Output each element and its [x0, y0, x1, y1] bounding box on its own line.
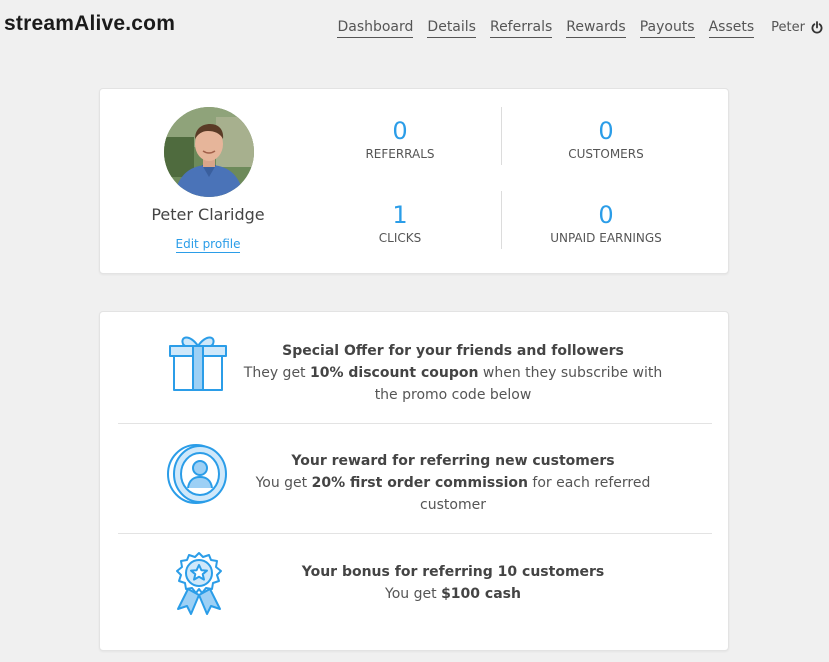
offer-description: They get 10% discount coupon when they s… — [238, 362, 668, 406]
offer-desc-bold: 20% first order commission — [311, 475, 528, 491]
edit-profile-label[interactable]: Edit profile — [175, 237, 241, 253]
nav-referrals[interactable]: Referrals — [489, 19, 553, 38]
power-icon[interactable] — [811, 21, 823, 34]
stat-clicks-value: 1 — [392, 201, 408, 229]
offer-divider — [118, 423, 712, 424]
nav-rewards[interactable]: Rewards — [566, 19, 626, 38]
offer-title: Your reward for referring new customers — [291, 453, 615, 469]
nav-details[interactable]: Details — [427, 19, 476, 38]
offer-text: Special Offer for your friends and follo… — [238, 340, 668, 406]
award-badge-icon — [174, 551, 224, 621]
user-name: Peter — [771, 20, 805, 35]
stat-clicks-label: CLICKS — [378, 231, 422, 245]
offer-title: Your bonus for referring 10 customers — [301, 564, 605, 580]
offer-title: Special Offer for your friends and follo… — [282, 343, 624, 359]
stat-customers-label: CUSTOMERS — [568, 147, 644, 161]
offer-item: Your bonus for referring 10 customers Yo… — [118, 549, 712, 629]
stat-customers-value: 0 — [598, 117, 614, 145]
stat-clicks: 1 CLICKS — [300, 201, 500, 245]
offer-desc-pre: They get — [243, 365, 310, 381]
offer-item: Your reward for referring new customers … — [118, 440, 712, 530]
edit-profile-link[interactable]: Edit profile — [120, 237, 296, 253]
stat-divider — [501, 191, 502, 249]
stat-referrals-label: REFERRALS — [365, 147, 435, 161]
stat-unpaid-earnings: 0 UNPAID EARNINGS — [506, 201, 706, 245]
site-logo[interactable]: streamAlive.com — [4, 12, 175, 36]
stat-customers: 0 CUSTOMERS — [506, 117, 706, 161]
profile-name: Peter Claridge — [151, 205, 265, 224]
offer-desc-pre: You get — [255, 475, 312, 491]
offer-divider — [118, 533, 712, 534]
offer-desc-pre: You get — [385, 586, 442, 602]
offer-desc-bold: 10% discount coupon — [310, 365, 479, 381]
nav-assets[interactable]: Assets — [708, 19, 755, 38]
gift-icon — [168, 332, 228, 396]
coin-icon — [166, 442, 230, 510]
stat-divider — [501, 107, 502, 165]
profile-card: Peter Claridge Edit profile 0 REFERRALS … — [99, 88, 729, 274]
offer-description: You get 20% first order commission for e… — [238, 472, 668, 516]
nav-dashboard[interactable]: Dashboard — [337, 19, 414, 38]
offers-card: Special Offer for your friends and follo… — [99, 311, 729, 651]
stat-unpaid-earnings-label: UNPAID EARNINGS — [550, 231, 662, 245]
top-nav: Dashboard Details Referrals Rewards Payo… — [323, 19, 823, 38]
avatar — [164, 107, 254, 197]
offer-item: Special Offer for your friends and follo… — [118, 330, 712, 420]
user-menu[interactable]: Peter — [771, 19, 823, 35]
stat-unpaid-earnings-value: 0 — [598, 201, 614, 229]
logo-text: streamAlive.com — [4, 12, 176, 35]
offer-text: Your bonus for referring 10 customers Yo… — [238, 561, 668, 605]
offer-desc-bold: $100 cash — [441, 586, 521, 602]
stat-referrals: 0 REFERRALS — [300, 117, 500, 161]
offer-text: Your reward for referring new customers … — [238, 450, 668, 516]
offer-description: You get $100 cash — [238, 583, 668, 605]
stat-referrals-value: 0 — [392, 117, 408, 145]
nav-payouts[interactable]: Payouts — [639, 19, 695, 38]
